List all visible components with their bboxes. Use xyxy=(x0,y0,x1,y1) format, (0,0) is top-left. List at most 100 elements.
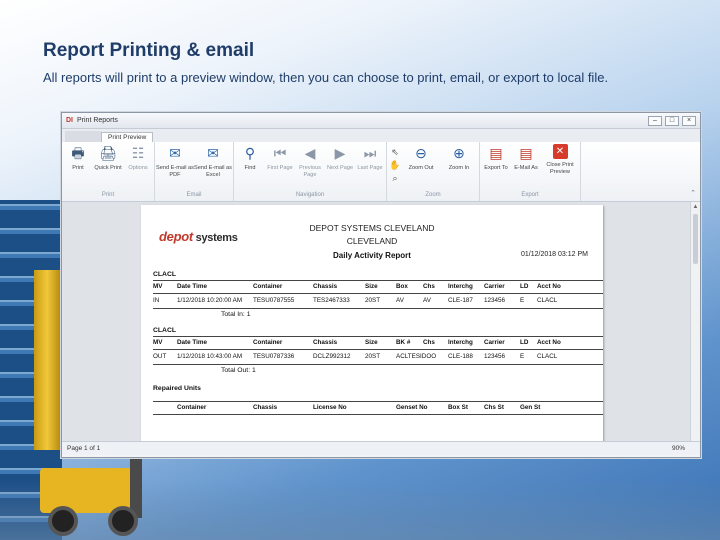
divider xyxy=(153,364,603,365)
cell: CLE-188 xyxy=(448,353,473,360)
quick-print-button[interactable]: 🖨 Quick Print xyxy=(93,144,123,190)
zoom-level[interactable]: 90% xyxy=(672,445,685,452)
ribbon-collapse-icon[interactable]: ⌃ xyxy=(690,189,696,197)
forklift-image xyxy=(20,458,170,538)
total-in: Total In: 1 xyxy=(221,311,251,318)
col-header: MV xyxy=(153,283,163,290)
divider xyxy=(153,336,603,337)
table-header-row: Container Chassis License No Genset No B… xyxy=(153,404,603,414)
report-company: DEPOT SYSTEMS CLEVELAND xyxy=(309,223,435,233)
divider xyxy=(153,308,603,309)
scroll-thumb[interactable] xyxy=(693,214,698,264)
divider xyxy=(153,280,603,281)
cell: IN xyxy=(153,297,160,304)
zoom-tools: ⇖ ✋ ⌕ xyxy=(388,144,402,190)
next-page-button[interactable]: ▶ Next Page xyxy=(325,144,355,190)
cell: E xyxy=(520,353,525,360)
cell: 20ST xyxy=(365,353,381,360)
forklift-wheel xyxy=(108,506,138,536)
preview-area[interactable]: depot systems DEPOT SYSTEMS CLEVELAND CL… xyxy=(62,202,700,441)
last-page-icon: ⏭ xyxy=(363,145,377,161)
cell: AV xyxy=(396,297,404,304)
quick-print-label: Quick Print xyxy=(94,165,122,171)
vertical-scrollbar[interactable]: ▲ xyxy=(690,202,700,441)
find-label: Find xyxy=(244,165,256,171)
group-caption-print: Print xyxy=(101,192,115,198)
zoom-in-icon: ⊕ xyxy=(453,145,465,161)
table-row: OUT 1/12/2018 10:43:00 AM TESU0787336 DC… xyxy=(153,353,603,363)
export-to-button[interactable]: ▤ Export To xyxy=(481,144,511,190)
maximize-button[interactable]: □ xyxy=(665,115,679,126)
close-print-preview-button[interactable]: ✕ Close Print Preview xyxy=(541,144,579,190)
ribbon-group-zoom: ⇖ ✋ ⌕ ⊖ Zoom Out ⊕ Zoom In Zoom xyxy=(387,142,480,201)
col-header: License No xyxy=(313,404,347,411)
pointer-tool-icon[interactable]: ⇖ xyxy=(391,146,399,159)
col-header: Container xyxy=(253,283,283,290)
last-page-button[interactable]: ⏭ Last Page xyxy=(355,144,385,190)
cell: E xyxy=(520,297,525,304)
cell: CLACL xyxy=(537,297,558,304)
options-icon: ☷ xyxy=(131,145,145,161)
tab-file[interactable] xyxy=(65,131,101,142)
options-button[interactable]: ☷ Options xyxy=(123,144,153,190)
cell: CLE-187 xyxy=(448,297,473,304)
col-header: Chassis xyxy=(313,283,338,290)
zoom-in-button[interactable]: ⊕ Zoom In xyxy=(440,144,478,190)
hand-tool-icon[interactable]: ✋ xyxy=(389,159,400,172)
col-header: Chassis xyxy=(253,404,278,411)
email-as-button[interactable]: ▤ E-Mail As xyxy=(511,144,541,190)
col-header: LD xyxy=(520,283,529,290)
window-titlebar: DI Print Reports – □ × xyxy=(62,113,700,129)
col-header: Chs xyxy=(423,339,435,346)
print-button[interactable]: 🖶 Print xyxy=(63,144,93,190)
divider xyxy=(153,293,603,294)
report-datetime: 01/12/2018 03:12 PM xyxy=(521,251,588,258)
magnifier-tool-icon[interactable]: ⌕ xyxy=(392,172,397,185)
send-email-excel-button[interactable]: ✉ Send E-mail as Excel xyxy=(194,144,232,190)
quick-printer-icon: 🖨 xyxy=(99,145,117,161)
col-header: Chs St xyxy=(484,404,504,411)
cell: CLACL xyxy=(537,353,558,360)
find-button[interactable]: ⚲ Find xyxy=(235,144,265,190)
send-email-pdf-label: Send E-mail as PDF xyxy=(156,165,194,178)
col-header: Carrier xyxy=(484,283,505,290)
email-excel-icon: ✉ xyxy=(207,145,219,161)
first-page-button[interactable]: ⏮ First Page xyxy=(265,144,295,190)
divider xyxy=(153,414,603,415)
col-header: Genset No xyxy=(396,404,428,411)
tab-print-preview[interactable]: Print Preview xyxy=(101,132,154,142)
ribbon-group-email: ✉ Send E-mail as PDF ✉ Send E-mail as Ex… xyxy=(155,142,234,201)
email-pdf-icon: ✉ xyxy=(169,145,181,161)
cell: ACLTESIDOO xyxy=(396,353,437,360)
send-email-pdf-button[interactable]: ✉ Send E-mail as PDF xyxy=(156,144,194,190)
col-header: BK # xyxy=(396,339,411,346)
divider xyxy=(153,401,603,402)
app-logo-icon: DI xyxy=(66,117,73,124)
scroll-up-icon[interactable]: ▲ xyxy=(691,202,700,212)
previous-page-button[interactable]: ◀ Previous Page xyxy=(295,144,325,190)
cell: OUT xyxy=(153,353,167,360)
close-window-button[interactable]: × xyxy=(682,115,696,126)
col-header: Acct No xyxy=(537,339,561,346)
cell: TESU0787555 xyxy=(253,297,295,304)
first-page-label: First Page xyxy=(267,165,293,171)
zoom-out-icon: ⊖ xyxy=(415,145,427,161)
slide-title: Report Printing & email xyxy=(43,40,255,61)
zoom-out-button[interactable]: ⊖ Zoom Out xyxy=(402,144,440,190)
cell: TES2467333 xyxy=(313,297,350,304)
background-crane xyxy=(34,270,60,450)
minimize-button[interactable]: – xyxy=(648,115,662,126)
report-page: depot systems DEPOT SYSTEMS CLEVELAND CL… xyxy=(141,205,603,441)
cell: 1/12/2018 10:43:00 AM xyxy=(177,353,243,360)
previous-page-label: Previous Page xyxy=(299,165,321,178)
options-label: Options xyxy=(128,165,148,171)
col-header: Interchg xyxy=(448,339,473,346)
section-label: CLACL xyxy=(153,271,177,278)
cell: 123456 xyxy=(484,353,506,360)
forklift-wheel xyxy=(48,506,78,536)
cell: 123456 xyxy=(484,297,506,304)
zoom-in-label: Zoom In xyxy=(448,165,470,171)
ribbon-group-export: ▤ Export To ▤ E-Mail As ✕ Close Print Pr… xyxy=(480,142,581,201)
col-header: Carrier xyxy=(484,339,505,346)
pdf-email-icon: ▤ xyxy=(519,145,533,161)
